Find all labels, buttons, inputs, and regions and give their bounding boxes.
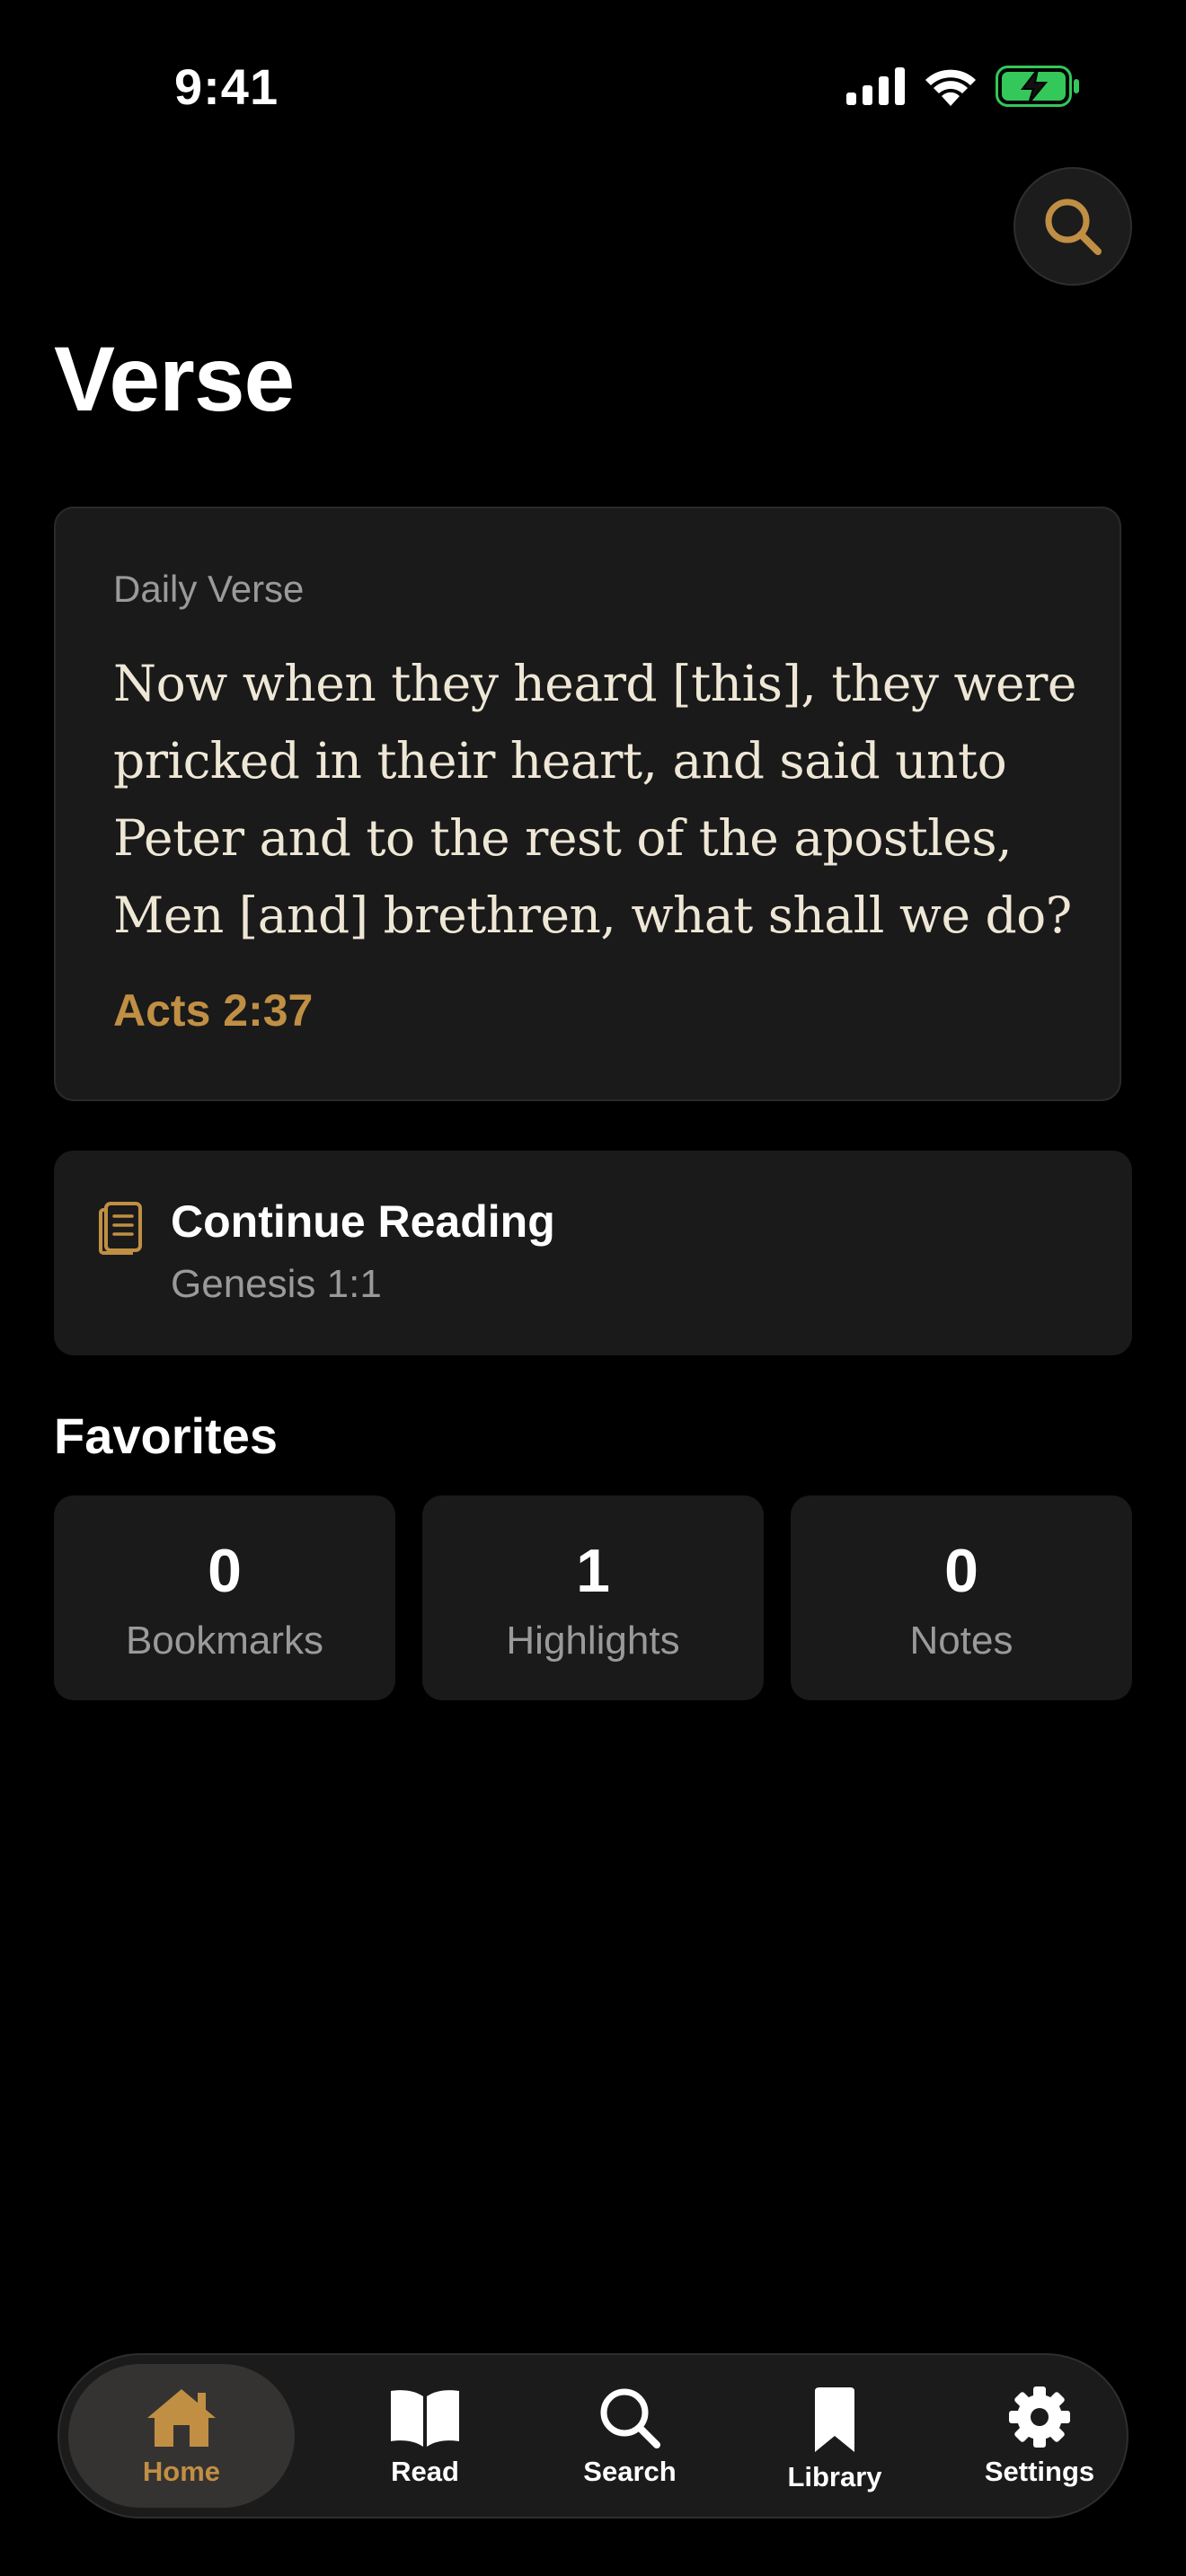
battery-charging-icon bbox=[996, 66, 1079, 107]
bookmarks-label: Bookmarks bbox=[125, 1619, 324, 1663]
home-icon bbox=[147, 2389, 216, 2447]
tab-home[interactable]: Home bbox=[68, 2364, 295, 2508]
status-icons bbox=[846, 63, 1080, 110]
search-icon bbox=[600, 2388, 660, 2448]
signal-icon bbox=[846, 67, 905, 105]
tab-library[interactable]: Library bbox=[731, 2364, 938, 2508]
tab-home-label: Home bbox=[142, 2456, 221, 2487]
status-time: 9:41 bbox=[174, 58, 279, 115]
tab-read[interactable]: Read bbox=[322, 2364, 528, 2508]
tab-settings-label: Settings bbox=[984, 2456, 1095, 2487]
daily-verse-text: Now when they heard [this], they were pr… bbox=[113, 655, 1076, 944]
notes-label: Notes bbox=[909, 1619, 1013, 1663]
favorites-title: Favorites bbox=[54, 1407, 278, 1464]
page-title: Verse bbox=[54, 328, 295, 430]
tab-settings[interactable]: Settings bbox=[936, 2364, 1143, 2508]
search-button[interactable] bbox=[1013, 167, 1132, 286]
highlights-stat-card[interactable]: 1 Highlights bbox=[422, 1495, 764, 1700]
notes-stat-card[interactable]: 0 Notes bbox=[791, 1495, 1132, 1700]
tab-library-label: Library bbox=[787, 2461, 882, 2492]
tab-search-label: Search bbox=[583, 2456, 677, 2487]
bookmarks-count: 0 bbox=[208, 1537, 242, 1605]
highlights-count: 1 bbox=[576, 1537, 610, 1605]
continue-reading-title: Continue Reading bbox=[171, 1196, 555, 1247]
bookmark-icon bbox=[815, 2387, 854, 2452]
gear-icon bbox=[1009, 2386, 1070, 2448]
tab-search[interactable]: Search bbox=[527, 2364, 733, 2508]
bookmarks-stat-card[interactable]: 0 Bookmarks bbox=[54, 1495, 395, 1700]
notes-count: 0 bbox=[944, 1537, 978, 1605]
highlights-label: Highlights bbox=[506, 1619, 680, 1663]
daily-verse-card[interactable]: Daily Verse Now when they heard [this], … bbox=[54, 507, 1121, 1101]
daily-verse-reference[interactable]: Acts 2:37 bbox=[113, 984, 313, 1037]
open-book-icon bbox=[391, 2390, 459, 2447]
continue-reading-card[interactable]: Continue Reading Genesis 1:1 bbox=[54, 1151, 1132, 1355]
search-icon bbox=[1045, 198, 1102, 255]
wifi-icon bbox=[925, 69, 976, 106]
tab-read-label: Read bbox=[391, 2456, 459, 2487]
book-page-icon bbox=[99, 1202, 142, 1255]
daily-verse-label: Daily Verse bbox=[113, 568, 305, 610]
tab-bar: Home Read Search Library Settings bbox=[58, 2353, 1128, 2519]
continue-reading-location: Genesis 1:1 bbox=[171, 1262, 382, 1306]
